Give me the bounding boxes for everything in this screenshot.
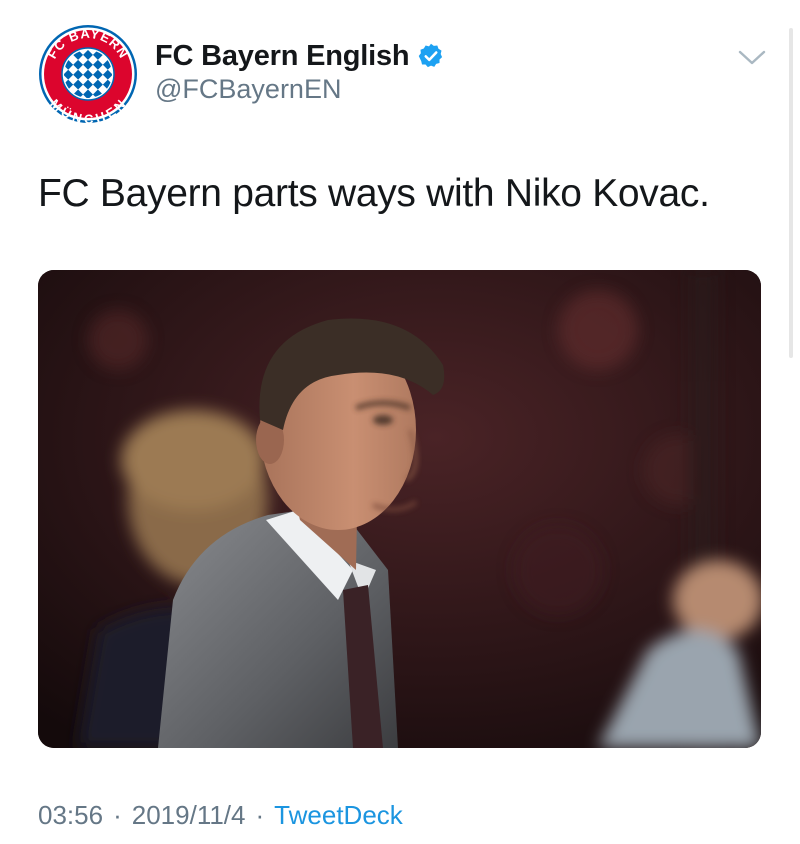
- chevron-down-icon[interactable]: [736, 46, 768, 68]
- meta-separator: ·: [255, 800, 265, 830]
- scrollbar[interactable]: [789, 28, 793, 358]
- tweet-photo[interactable]: [38, 270, 761, 748]
- photo-image: [38, 270, 761, 748]
- tweet-meta: 03:56 · 2019/11/4 · TweetDeck: [38, 800, 403, 831]
- author-handle[interactable]: @FCBayernEN: [155, 74, 341, 105]
- tweet-card: FC BAYERN MÜNCHEN FC Bayern English @FCB…: [0, 0, 800, 844]
- fc-bayern-crest-icon: FC BAYERN MÜNCHEN: [39, 25, 137, 127]
- tweet-date[interactable]: 2019/11/4: [132, 800, 246, 831]
- verified-badge-icon: [419, 43, 443, 68]
- tweet-time[interactable]: 03:56: [38, 800, 103, 831]
- tweet-text: FC Bayern parts ways with Niko Kovac.: [38, 172, 710, 215]
- tweet-source-link[interactable]: TweetDeck: [274, 800, 403, 831]
- meta-separator: ·: [113, 800, 122, 830]
- author-display-name[interactable]: FC Bayern English: [155, 40, 410, 73]
- author-name-row[interactable]: FC Bayern English: [155, 38, 445, 74]
- author-avatar[interactable]: FC BAYERN MÜNCHEN: [38, 24, 138, 127]
